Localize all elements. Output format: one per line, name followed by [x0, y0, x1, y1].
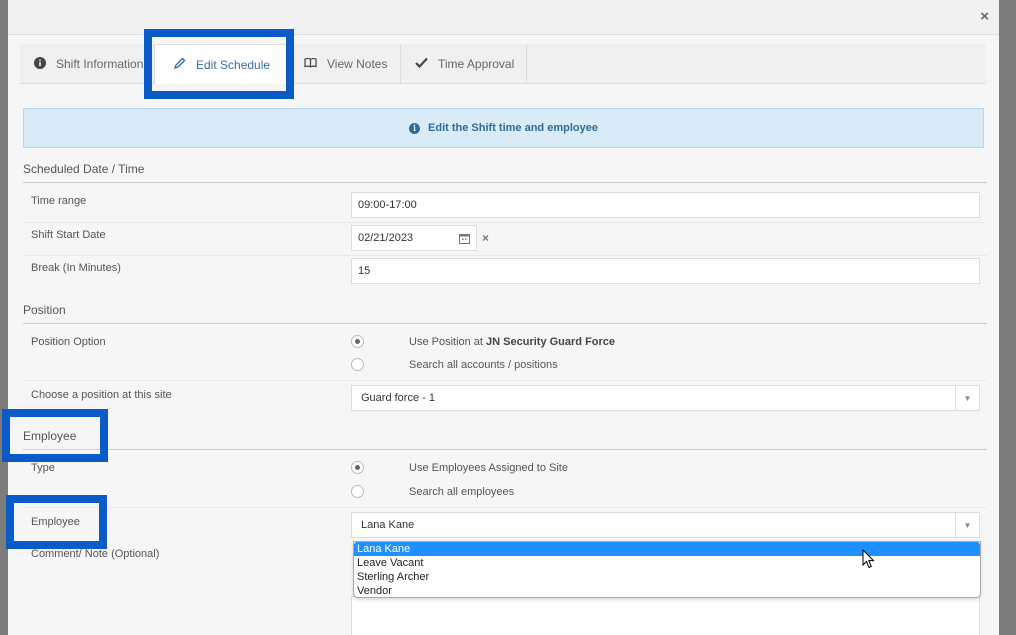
row-divider — [23, 507, 987, 508]
chevron-down-icon[interactable]: ▼ — [955, 513, 979, 537]
option-prefix: Use Position at — [409, 336, 487, 348]
employee-type-label: Type — [31, 462, 55, 474]
divider — [23, 449, 987, 450]
banner-text: Edit the Shift time and employee — [428, 122, 598, 134]
tab-bar: Shift Information Edit Schedule View Not… — [20, 44, 986, 84]
check-icon — [415, 57, 428, 71]
date-value: 02/21/2023 — [358, 232, 414, 244]
employee-select-value: Lana Kane — [361, 519, 415, 531]
dropdown-option[interactable]: Leave Vacant — [354, 556, 980, 570]
tab-view-notes[interactable]: View Notes — [290, 44, 401, 84]
radio-label-use-position: Use Position at JN Security Guard Force — [409, 336, 615, 348]
pencil-icon — [173, 57, 186, 73]
chevron-down-icon[interactable]: ▼ — [955, 386, 979, 410]
clear-date-icon[interactable]: × — [482, 231, 489, 245]
section-title-employee: Employee — [23, 429, 77, 443]
modal-header: × — [8, 0, 999, 35]
tab-edit-schedule[interactable]: Edit Schedule — [154, 44, 290, 84]
position-option-label: Position Option — [31, 336, 106, 348]
radio-use-position-at-site[interactable] — [351, 335, 364, 348]
radio-use-assigned-employees[interactable] — [351, 461, 364, 474]
divider — [23, 182, 987, 183]
tab-label: Time Approval — [438, 57, 515, 71]
position-select-value: Guard force - 1 — [361, 392, 435, 404]
tab-label: View Notes — [327, 57, 388, 71]
radio-search-all-employees[interactable] — [351, 485, 364, 498]
break-label: Break (In Minutes) — [31, 262, 121, 274]
row-divider — [23, 380, 987, 381]
edit-shift-modal: × Shift Information Edit Schedule View N… — [8, 0, 999, 635]
employee-dropdown-list: Lana Kane Leave Vacant Sterling Archer V… — [353, 541, 981, 598]
book-icon — [304, 57, 317, 71]
time-range-input[interactable]: 09:00-17:00 — [351, 192, 980, 218]
radio-search-all-positions[interactable] — [351, 358, 364, 371]
info-circle-icon — [34, 56, 46, 72]
employee-label: Employee — [31, 516, 80, 528]
shift-start-date-label: Shift Start Date — [31, 229, 106, 241]
dropdown-option[interactable]: Vendor — [354, 584, 980, 598]
site-name: JN Security Guard Force — [486, 336, 616, 348]
close-icon[interactable]: × — [980, 8, 989, 25]
section-title-position: Position — [23, 303, 66, 317]
row-divider — [23, 222, 987, 223]
tab-label: Edit Schedule — [196, 57, 271, 72]
mouse-cursor-icon — [862, 548, 875, 572]
section-title-scheduled: Scheduled Date / Time — [23, 162, 145, 176]
break-minutes-input[interactable]: 15 — [351, 258, 980, 284]
tab-label: Shift Information — [56, 57, 144, 71]
comment-label: Comment/ Note (Optional) — [31, 548, 160, 560]
radio-label-search-employees: Search all employees — [409, 486, 515, 498]
employee-select[interactable]: Lana Kane ▼ — [351, 512, 980, 538]
position-select[interactable]: Guard force - 1 ▼ — [351, 385, 980, 411]
dropdown-option[interactable]: Lana Kane — [354, 542, 980, 556]
tab-shift-information[interactable]: Shift Information — [20, 44, 150, 84]
radio-label-search-positions: Search all accounts / positions — [409, 359, 558, 371]
comment-textarea[interactable] — [351, 596, 980, 635]
dropdown-option[interactable]: Sterling Archer — [354, 570, 980, 584]
choose-position-label: Choose a position at this site — [31, 389, 172, 401]
shift-start-date-input[interactable]: 02/21/2023 — [351, 225, 477, 251]
row-divider — [23, 255, 987, 256]
tab-time-approval[interactable]: Time Approval — [401, 44, 527, 84]
info-circle-icon: i — [409, 122, 421, 134]
divider — [23, 323, 987, 324]
time-range-label: Time range — [31, 195, 87, 207]
calendar-icon[interactable] — [459, 233, 470, 247]
radio-label-assigned-employees: Use Employees Assigned to Site — [409, 462, 568, 474]
info-banner: i Edit the Shift time and employee — [23, 108, 984, 148]
